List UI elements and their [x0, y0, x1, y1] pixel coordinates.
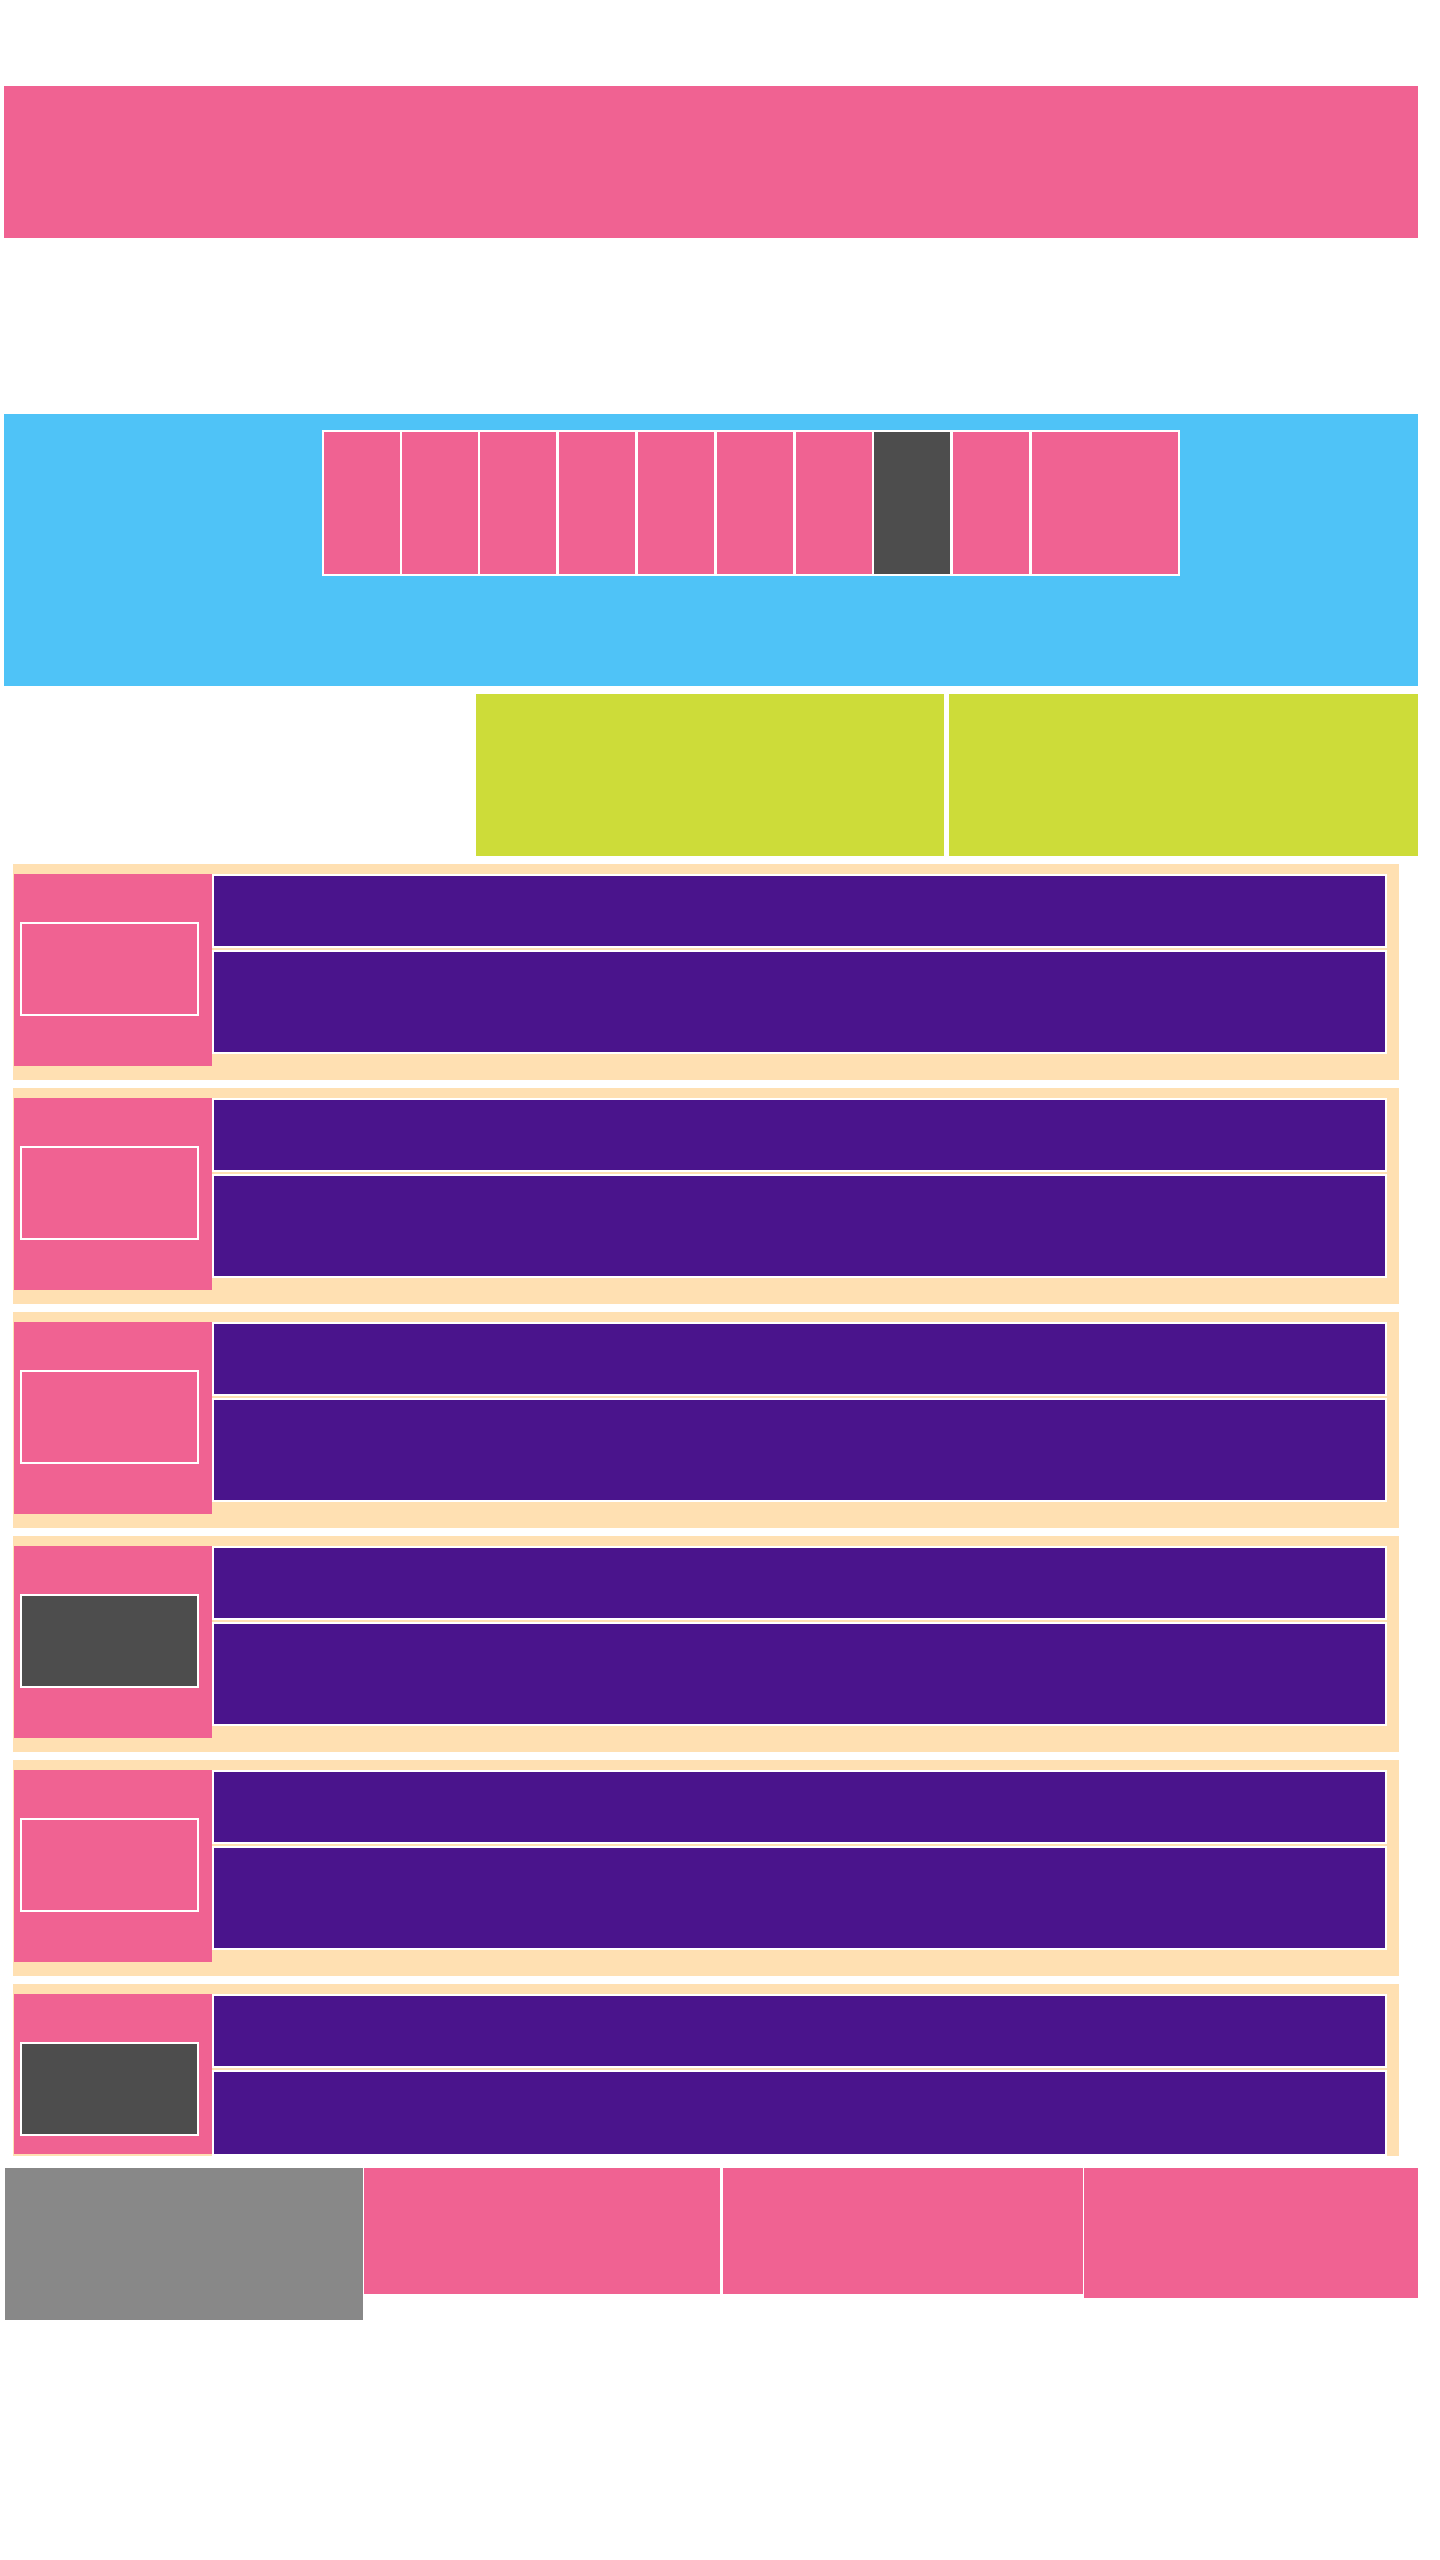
list-item-description: [212, 950, 1387, 1054]
page-button-9[interactable]: [951, 430, 1031, 576]
next-page-button[interactable]: [1030, 430, 1180, 576]
footer-card[interactable]: [364, 2168, 720, 2294]
page-button-5[interactable]: [636, 430, 716, 576]
list-item-title[interactable]: [212, 1098, 1387, 1172]
list-item-title[interactable]: [212, 1546, 1387, 1620]
page-button-6[interactable]: [715, 430, 795, 576]
page-button-2[interactable]: [400, 430, 480, 576]
list-item-thumbnail[interactable]: [20, 1146, 199, 1240]
page-button-1[interactable]: [322, 430, 402, 576]
list-item-description: [212, 1846, 1387, 1950]
list-item-title[interactable]: [212, 1322, 1387, 1396]
list-item-description: [212, 1622, 1387, 1726]
page-button-4[interactable]: [557, 430, 637, 576]
list-item-description: [212, 2070, 1387, 2156]
header-banner: [4, 86, 1418, 238]
list-item-description: [212, 1174, 1387, 1278]
page-button-7[interactable]: [794, 430, 874, 576]
footer-card[interactable]: [723, 2168, 1083, 2294]
list-item-title[interactable]: [212, 1770, 1387, 1844]
page-button-3[interactable]: [478, 430, 558, 576]
list-item-thumbnail[interactable]: [20, 922, 199, 1016]
list-item-title[interactable]: [212, 1994, 1387, 2068]
footer-card[interactable]: [1084, 2168, 1418, 2298]
page-button-8-current[interactable]: [872, 430, 952, 576]
list-item-thumbnail[interactable]: [20, 2042, 199, 2136]
list-item-description: [212, 1398, 1387, 1502]
feature-panel-right[interactable]: [949, 694, 1418, 856]
list-item-title[interactable]: [212, 874, 1387, 948]
list-item-thumbnail[interactable]: [20, 1818, 199, 1912]
list-item-thumbnail[interactable]: [20, 1594, 199, 1688]
list-item-thumbnail[interactable]: [20, 1370, 199, 1464]
footer-card-disabled: [5, 2168, 363, 2320]
feature-panel-left[interactable]: [476, 694, 944, 856]
